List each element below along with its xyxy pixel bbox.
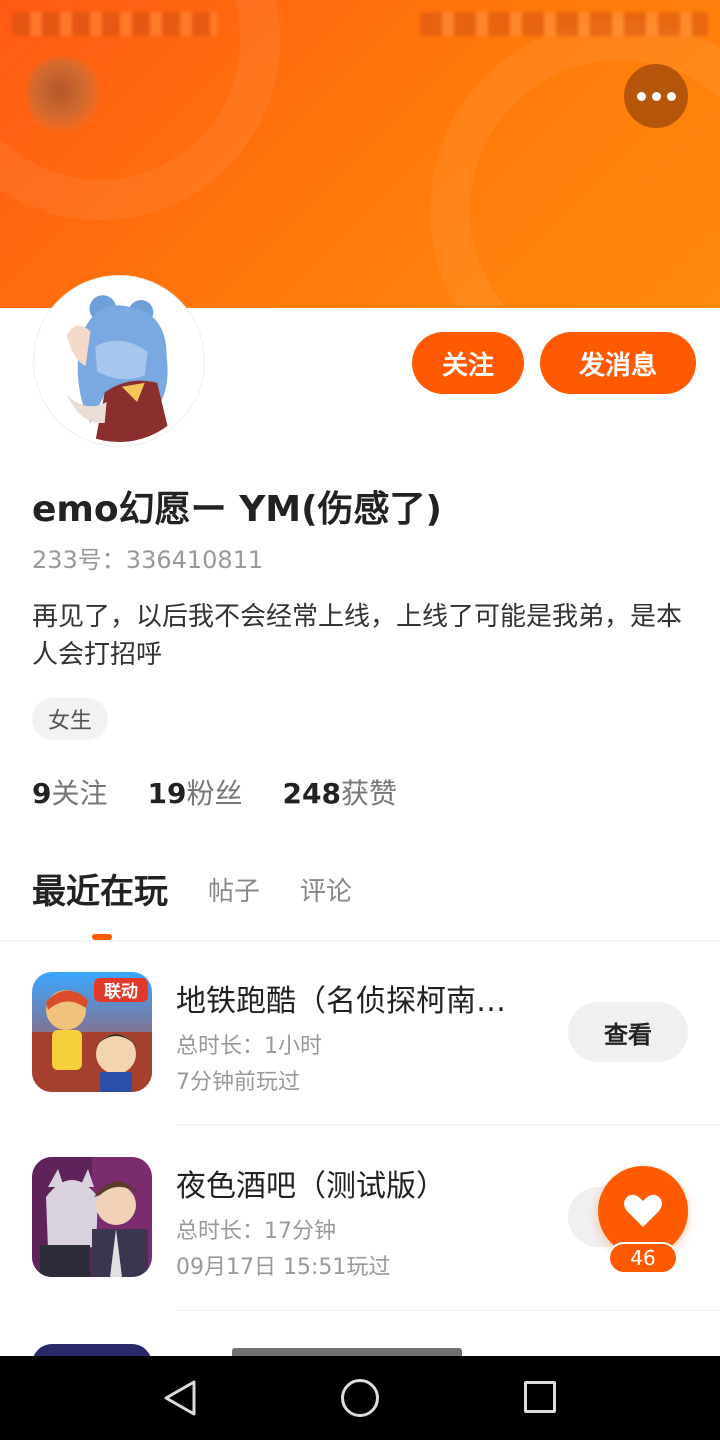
profile-stats: 9关注 19粉丝 248获赞: [32, 772, 397, 812]
game-last-played: 09月17日 15:51玩过: [176, 1255, 391, 1280]
game-last-played: 7分钟前玩过: [176, 1070, 300, 1095]
stat-number: 248: [282, 777, 341, 810]
back-button-blurred[interactable]: [28, 58, 98, 130]
profile-tabs: 最近在玩 帖子 评论: [32, 866, 352, 918]
game-icon-badge-text: 联动: [104, 982, 138, 1002]
list-item-game-partial[interactable]: [0, 1340, 720, 1356]
more-options-button[interactable]: [624, 64, 688, 128]
follow-button[interactable]: 关注: [412, 332, 524, 394]
view-game-button[interactable]: 查看: [568, 1002, 688, 1062]
tab-recently-played[interactable]: 最近在玩: [32, 866, 168, 918]
tab-comments[interactable]: 评论: [300, 866, 352, 918]
tab-posts[interactable]: 帖子: [208, 866, 260, 918]
send-message-button[interactable]: 发消息: [540, 332, 696, 394]
list-item-game[interactable]: 联动 地铁跑酷（名侦探柯南… 总时长：1小时 7分钟前玩过 查看: [0, 940, 720, 1126]
stat-fans[interactable]: 19粉丝: [148, 772, 243, 812]
username: emo幻愿ー YM(伤感了): [32, 489, 442, 530]
game-title: 地铁跑酷（名侦探柯南…: [176, 984, 506, 1019]
status-bar-blurred: [12, 12, 217, 36]
stat-following[interactable]: 9关注: [32, 772, 108, 812]
stat-label: 粉丝: [186, 777, 243, 810]
banner-decoration: [430, 20, 720, 308]
game-duration: 总时长：17分钟: [176, 1219, 336, 1244]
system-navigation-bar: [0, 1356, 720, 1440]
avatar[interactable]: [34, 276, 204, 446]
stat-likes[interactable]: 248获赞: [282, 772, 396, 812]
more-dots-icon: [666, 91, 676, 101]
user-bio: 再见了，以后我不会经常上线，上线了可能是我弟，是本人会打招呼: [32, 602, 683, 670]
heart-icon: [624, 1194, 662, 1227]
avatar-illustration: [38, 280, 200, 442]
like-count-badge: 46: [608, 1242, 678, 1274]
status-bar-blurred: [420, 12, 708, 36]
game-title: 夜色酒吧（测试版）: [176, 1169, 446, 1204]
list-divider: [176, 1310, 720, 1311]
more-dots-icon: [636, 91, 646, 101]
profile-header-banner: [0, 0, 720, 308]
user-id: 233号：336410811: [32, 546, 264, 574]
square-recent-icon[interactable]: [524, 1381, 556, 1413]
stat-number: 19: [147, 777, 187, 810]
game-icon-night-bar: [32, 1157, 152, 1277]
stat-label: 关注: [51, 777, 108, 810]
stat-number: 9: [32, 777, 52, 810]
game-icon-partial: [32, 1344, 152, 1356]
more-dots-icon: [651, 91, 661, 101]
game-duration: 总时长：1小时: [176, 1034, 322, 1059]
triangle-back-icon[interactable]: [160, 1378, 200, 1418]
gender-tag: 女生: [32, 698, 109, 740]
stat-label: 获赞: [340, 777, 397, 810]
game-icon-subway-surfers: 联动: [32, 972, 152, 1092]
circle-home-icon[interactable]: [341, 1379, 379, 1417]
game-title-partial: [232, 1348, 462, 1356]
